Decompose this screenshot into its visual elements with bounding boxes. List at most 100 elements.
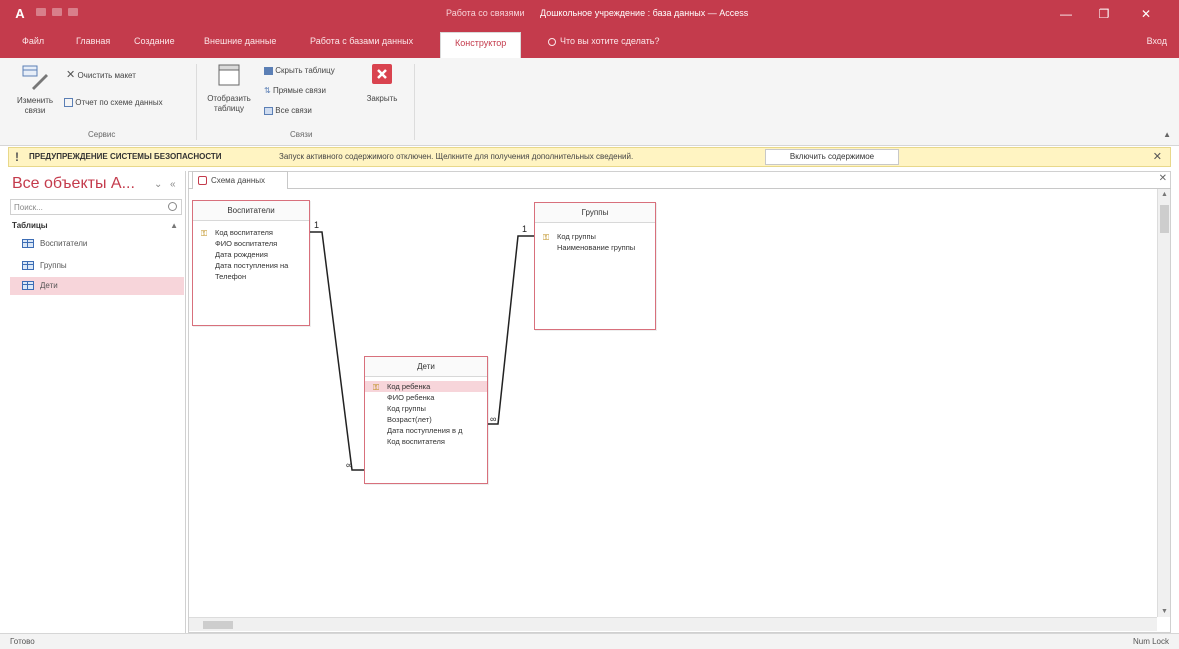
tab-create[interactable]: Создание xyxy=(134,36,175,46)
key-icon: ⚿ xyxy=(543,233,550,242)
hide-table-button[interactable]: Скрыть таблицу xyxy=(264,66,335,75)
collapse-group-icon[interactable]: ▲ xyxy=(170,221,178,230)
close-label: Закрыть xyxy=(366,94,398,103)
nav-item-label: Воспитатели xyxy=(40,239,88,248)
table-box-children[interactable]: Дети ⚿ Код ребенка ФИО ребенка Код группы… xyxy=(364,356,488,484)
redo-icon[interactable] xyxy=(68,8,78,16)
field-label: Телефон xyxy=(215,272,247,281)
table-field[interactable]: Дата поступления в д xyxy=(365,425,487,436)
edit-relationships-icon xyxy=(22,65,48,90)
nav-pane-title[interactable]: Все объекты А... xyxy=(12,175,135,193)
relationships-icon xyxy=(198,176,207,185)
table-box-title[interactable]: Воспитатели xyxy=(193,201,309,221)
close-document-button[interactable]: ✕ xyxy=(1159,173,1167,184)
all-relationships-button[interactable]: Все связи xyxy=(264,106,312,115)
tab-relationships[interactable]: Схема данных xyxy=(192,171,288,189)
collapse-pane-icon[interactable]: « xyxy=(170,179,176,190)
close-message-bar-button[interactable]: ✕ xyxy=(1153,150,1162,163)
report-icon xyxy=(64,98,73,108)
close-relationships-button[interactable]: Закрыть xyxy=(360,62,404,104)
group-label-tools: Сервис xyxy=(88,130,116,139)
chevron-down-icon[interactable]: ⌄ xyxy=(154,179,162,190)
horizontal-scrollbar[interactable] xyxy=(189,617,1157,631)
nav-item-label: Группы xyxy=(40,261,67,270)
table-field[interactable]: ФИО воспитателя xyxy=(193,238,309,249)
field-label: ФИО воспитателя xyxy=(215,239,278,248)
context-tab-label: Работа со связями xyxy=(446,8,525,18)
nav-item-groups[interactable]: Группы xyxy=(10,257,184,275)
scroll-up-icon[interactable]: ▲ xyxy=(1161,191,1168,198)
tell-me-text: Что вы хотите сделать? xyxy=(560,36,660,46)
table-box-title[interactable]: Дети xyxy=(365,357,487,377)
field-label: ФИО ребенка xyxy=(387,393,435,402)
table-field[interactable]: Код группы xyxy=(365,403,487,414)
edit-relationships-label: Изменить связи xyxy=(16,96,54,115)
table-field[interactable]: Телефон xyxy=(193,271,309,282)
tab-design[interactable]: Конструктор xyxy=(440,32,522,58)
num-lock-indicator: Num Lock xyxy=(1132,637,1169,646)
search-icon xyxy=(168,202,177,211)
group-label-relationships: Связи xyxy=(290,130,313,139)
vertical-scrollbar[interactable]: ▲ ▼ xyxy=(1157,189,1170,617)
direct-relationships-button[interactable]: ⇅ Прямые связи xyxy=(264,86,326,95)
tab-external-data[interactable]: Внешние данные xyxy=(204,36,276,46)
ribbon: Изменить связи ✕ Очистить макет Отчет по… xyxy=(0,58,1179,146)
tab-home[interactable]: Главная xyxy=(76,36,110,46)
edit-relationships-button[interactable]: Изменить связи xyxy=(12,62,58,116)
nav-group-tables[interactable]: Таблицы ▲ xyxy=(12,221,182,230)
scroll-thumb[interactable] xyxy=(203,621,233,629)
show-table-button[interactable]: Отобразить таблицу xyxy=(204,62,254,114)
enable-content-button[interactable]: Включить содержимое xyxy=(765,149,899,165)
nav-item-label: Дети xyxy=(40,281,58,290)
table-field[interactable]: Код воспитателя xyxy=(365,436,487,447)
close-window-button[interactable]: ✕ xyxy=(1132,4,1160,24)
table-box-teachers[interactable]: Воспитатели ⚿ Код воспитателя ФИО воспита… xyxy=(192,200,310,326)
nav-item-children[interactable]: Дети xyxy=(10,277,184,295)
relationship-report-button[interactable]: Отчет по схеме данных xyxy=(64,98,163,108)
nav-search-placeholder: Поиск... xyxy=(14,203,43,212)
table-icon xyxy=(22,281,34,290)
all-links-label: Все связи xyxy=(275,106,312,115)
tab-database-tools[interactable]: Работа с базами данных xyxy=(310,36,413,46)
restore-button[interactable]: ❐ xyxy=(1090,4,1118,24)
table-field[interactable]: Наименование группы xyxy=(535,242,655,253)
nav-item-teachers[interactable]: Воспитатели xyxy=(10,235,184,253)
title-bar: A Работа со связями Дошкольное учреждени… xyxy=(0,0,1179,28)
group-separator xyxy=(414,64,415,140)
relationship-report-label: Отчет по схеме данных xyxy=(75,98,163,107)
quick-access-toolbar[interactable] xyxy=(36,8,106,18)
table-icon xyxy=(22,261,34,270)
table-field[interactable]: Дата поступления на xyxy=(193,260,309,271)
sign-in-link[interactable]: Вход xyxy=(1147,36,1167,46)
direct-links-label: Прямые связи xyxy=(272,86,326,95)
navigation-pane: Все объекты А... ⌄ « Поиск... Таблицы ▲ … xyxy=(8,171,186,633)
field-label: Код воспитателя xyxy=(387,437,445,446)
nav-search-input[interactable]: Поиск... xyxy=(10,199,182,215)
tell-me-box[interactable]: Что вы хотите сделать? xyxy=(548,36,660,46)
security-warning-text[interactable]: Запуск активного содержимого отключен. Щ… xyxy=(279,152,633,161)
table-field[interactable]: ⚿ Код ребенка xyxy=(365,381,487,392)
close-red-icon xyxy=(372,64,392,84)
scroll-down-icon[interactable]: ▼ xyxy=(1161,608,1168,615)
minimize-button[interactable]: — xyxy=(1052,4,1080,24)
hide-table-label: Скрыть таблицу xyxy=(275,66,335,75)
relationships-canvas[interactable] xyxy=(189,189,1157,617)
scroll-thumb[interactable] xyxy=(1160,205,1169,233)
table-field[interactable]: Возраст(лет) xyxy=(365,414,487,425)
clear-layout-button[interactable]: ✕ Очистить макет xyxy=(66,68,136,81)
table-field[interactable]: ⚿ Код группы xyxy=(535,231,655,242)
save-icon[interactable] xyxy=(36,8,46,16)
table-field[interactable]: ⚿ Код воспитателя xyxy=(193,227,309,238)
show-table-label: Отобразить таблицу xyxy=(207,94,251,113)
table-field[interactable]: ФИО ребенка xyxy=(365,392,487,403)
tab-file[interactable]: Файл xyxy=(22,36,44,46)
table-field[interactable]: Дата рождения xyxy=(193,249,309,260)
field-label: Дата рождения xyxy=(215,250,268,259)
all-links-icon xyxy=(264,106,273,115)
nav-group-label: Таблицы xyxy=(12,221,48,230)
field-label: Дата поступления на xyxy=(215,261,289,270)
table-box-groups[interactable]: Группы ⚿ Код группы Наименование группы xyxy=(534,202,656,330)
collapse-ribbon-icon[interactable]: ▲ xyxy=(1163,130,1171,139)
table-box-title[interactable]: Группы xyxy=(535,203,655,223)
undo-icon[interactable] xyxy=(52,8,62,16)
